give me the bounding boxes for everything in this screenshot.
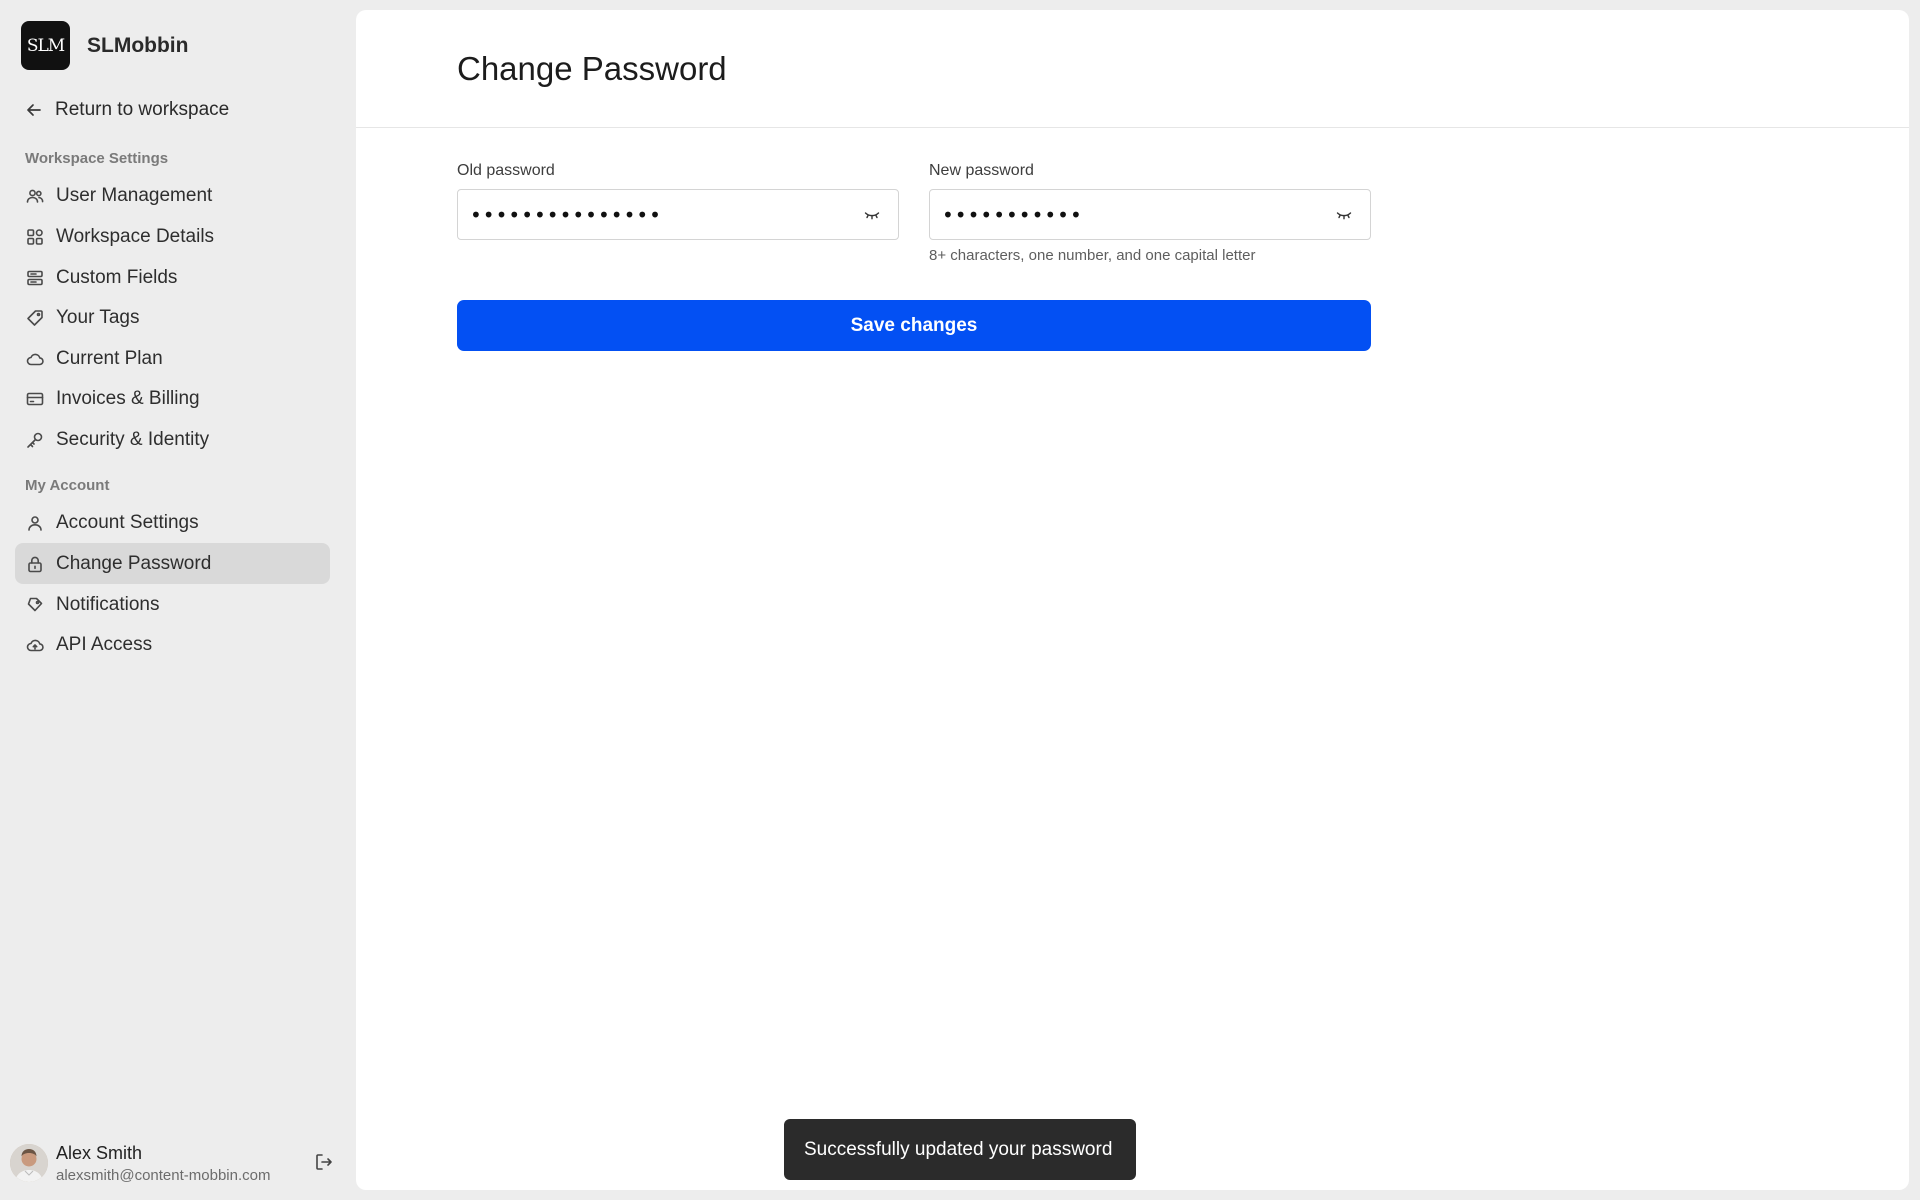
new-password-field: New password 8+ characters, one number, … <box>929 162 1371 264</box>
new-password-input-box[interactable] <box>929 189 1371 240</box>
sidebar-item-label: Notifications <box>56 593 160 615</box>
my-account-heading: My Account <box>25 477 110 494</box>
brand-logo: SLM <box>21 21 70 70</box>
user-profile[interactable]: Alex Smith alexsmith@content-mobbin.com <box>10 1140 340 1186</box>
sidebar-item-label: User Management <box>56 184 213 206</box>
main-panel: Change Password Old password New passwor… <box>356 10 1909 1190</box>
save-changes-button[interactable]: Save changes <box>457 300 1371 351</box>
new-password-label: New password <box>929 162 1034 179</box>
users-icon <box>26 187 44 205</box>
workspace-settings-heading: Workspace Settings <box>25 150 169 167</box>
eye-closed-icon[interactable] <box>1336 208 1352 226</box>
arrow-left-icon <box>27 104 41 116</box>
old-password-label: Old password <box>457 162 555 179</box>
sidebar-item-label: Current Plan <box>56 347 163 369</box>
user-email: alexsmith@content-mobbin.com <box>56 1166 271 1184</box>
cloud-upload-icon <box>26 636 44 654</box>
sidebar-item-user-management[interactable]: User Management <box>15 175 330 216</box>
sidebar-item-label: API Access <box>56 633 153 655</box>
eye-closed-icon[interactable] <box>864 208 880 226</box>
sidebar-item-label: Your Tags <box>56 306 140 328</box>
sidebar-item-your-tags[interactable]: Your Tags <box>15 297 330 338</box>
grid-icon <box>26 228 44 246</box>
sidebar-item-workspace-details[interactable]: Workspace Details <box>15 216 330 257</box>
new-password-input[interactable] <box>942 202 1322 227</box>
sidebar-item-label: Workspace Details <box>56 225 215 247</box>
sidebar-item-label: Change Password <box>56 552 212 574</box>
lock-icon <box>26 555 44 573</box>
user-name: Alex Smith <box>56 1142 143 1163</box>
sidebar-item-change-password[interactable]: Change Password <box>15 543 330 584</box>
old-password-input-box[interactable] <box>457 189 899 240</box>
old-password-field: Old password <box>457 162 899 240</box>
sidebar-item-security-identity[interactable]: Security & Identity <box>15 419 330 460</box>
page-header: Change Password <box>356 10 1909 128</box>
old-password-input[interactable] <box>470 202 850 227</box>
return-label: Return to workspace <box>55 99 230 120</box>
sidebar: SLM SLMobbin Return to workspace Workspa… <box>0 0 355 1200</box>
user-icon <box>26 514 44 532</box>
sidebar-item-label: Custom Fields <box>56 266 178 288</box>
sidebar-item-label: Account Settings <box>56 511 199 533</box>
brand-name: SLMobbin <box>87 33 189 57</box>
fields-icon <box>26 269 44 287</box>
key-icon <box>26 431 44 449</box>
password-hint: 8+ characters, one number, and one capit… <box>929 247 1256 264</box>
sidebar-item-custom-fields[interactable]: Custom Fields <box>15 257 330 298</box>
sidebar-item-label: Security & Identity <box>56 428 210 450</box>
card-icon <box>26 390 44 408</box>
logout-icon[interactable] <box>314 1152 334 1177</box>
brand[interactable]: SLM SLMobbin <box>21 21 188 70</box>
page-title: Change Password <box>457 50 727 87</box>
sidebar-item-api-access[interactable]: API Access <box>15 624 330 665</box>
return-to-workspace-link[interactable]: Return to workspace <box>25 99 229 121</box>
sidebar-item-account-settings[interactable]: Account Settings <box>15 502 330 543</box>
sidebar-item-current-plan[interactable]: Current Plan <box>15 338 330 379</box>
sidebar-item-label: Invoices & Billing <box>56 387 200 409</box>
avatar <box>10 1144 48 1182</box>
tag-icon <box>26 309 44 327</box>
bell-icon <box>26 596 44 614</box>
cloud-icon <box>26 350 44 368</box>
sidebar-item-notifications[interactable]: Notifications <box>15 584 330 625</box>
sidebar-item-invoices-billing[interactable]: Invoices & Billing <box>15 378 330 419</box>
success-toast: Successfully updated your password <box>784 1119 1136 1180</box>
